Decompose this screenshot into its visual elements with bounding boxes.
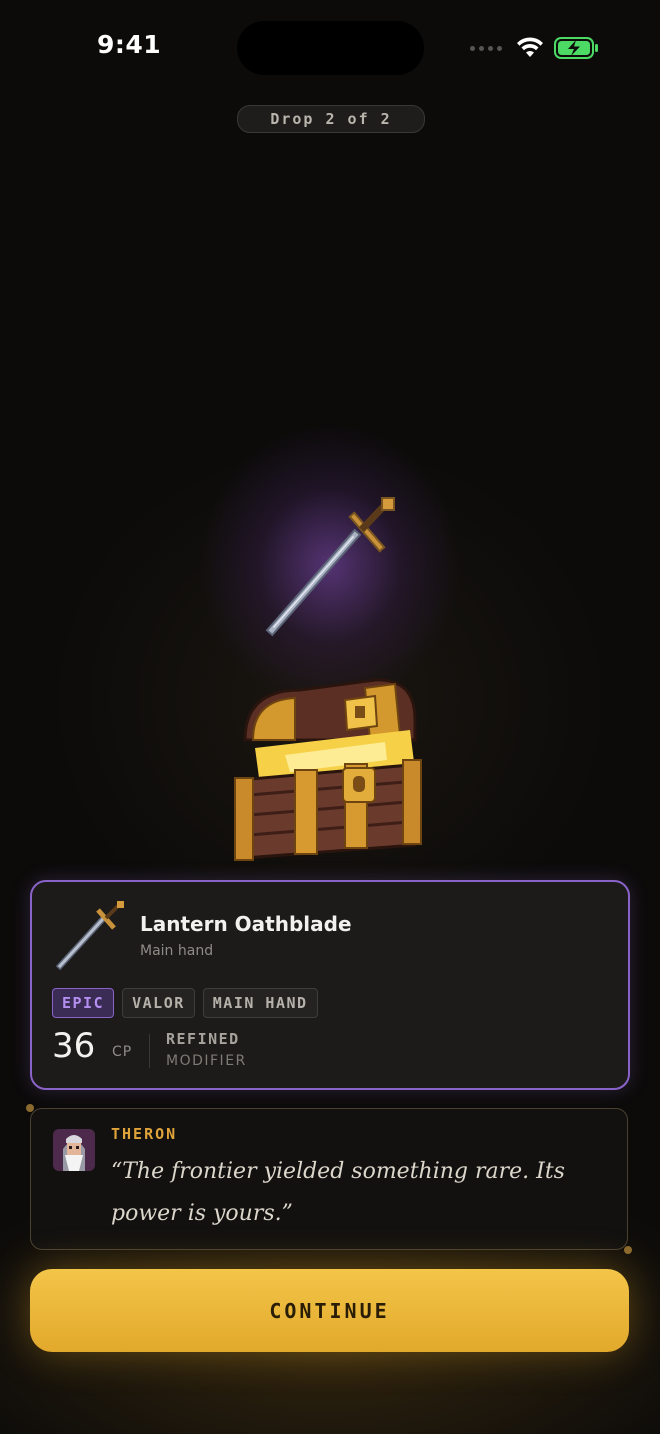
modifier-label: MODIFIER — [166, 1053, 247, 1069]
speaker-name: THERON — [111, 1125, 178, 1143]
dialogue-quote: “The frontier yielded something rare. It… — [111, 1159, 565, 1226]
status-icons — [470, 34, 600, 62]
corner-ornament — [624, 1246, 632, 1254]
drop-counter-pill: Drop 2 of 2 — [237, 105, 425, 133]
item-name: Lantern Oathblade — [140, 912, 352, 936]
slot-tag: MAIN HAND — [202, 988, 318, 1018]
class-tag: VALOR — [122, 988, 195, 1018]
wifi-icon — [517, 37, 543, 57]
item-sword-icon — [55, 901, 124, 971]
rarity-tag: EPIC — [52, 988, 115, 1018]
corner-ornament — [26, 1104, 34, 1112]
combat-power-label: CP — [112, 1044, 133, 1060]
sword-icon — [265, 497, 395, 637]
modifier-title: REFINED — [166, 1030, 240, 1048]
status-time: 9:41 — [97, 30, 162, 59]
battery-charging-icon — [554, 37, 598, 59]
item-slot: Main hand — [140, 943, 214, 959]
dynamic-island — [237, 21, 424, 75]
dialogue-box: THERON “The frontier yielded something r… — [26, 1104, 632, 1254]
treasure-chest-icon — [234, 678, 422, 861]
cellular-signal-icon — [470, 45, 502, 51]
item-tags: EPIC VALOR MAIN HAND — [52, 988, 318, 1018]
divider — [149, 1034, 150, 1068]
item-card[interactable]: Lantern Oathblade Main hand EPIC VALOR M… — [30, 880, 630, 1090]
speaker-avatar — [53, 1129, 95, 1171]
combat-power-value: 36 — [52, 1026, 96, 1066]
continue-button[interactable]: CONTINUE — [30, 1269, 629, 1352]
